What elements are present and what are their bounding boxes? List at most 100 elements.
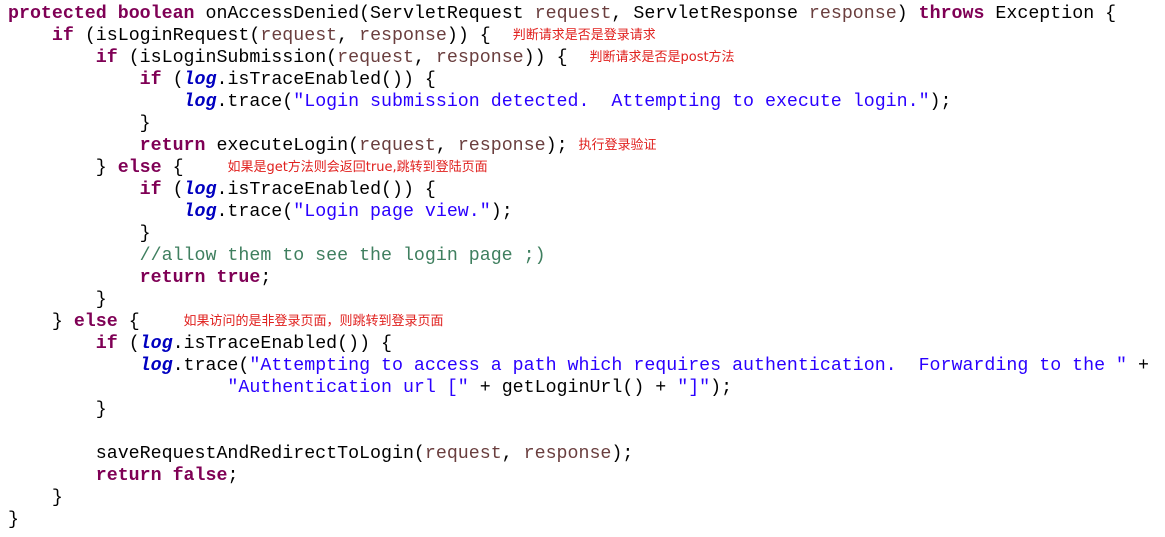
keyword-token: protected: [8, 4, 107, 24]
code-text: );: [545, 136, 579, 156]
code-line: }: [8, 113, 1149, 135]
code-text: ,: [435, 136, 458, 156]
code-text: .trace(: [216, 92, 294, 112]
code-text: );: [710, 378, 733, 398]
code-text: .trace(: [216, 202, 294, 222]
code-line: //allow them to see the login page ;): [8, 245, 1149, 267]
field-token: log: [183, 202, 217, 222]
string-literal: "]": [677, 378, 711, 398]
code-text: );: [929, 92, 952, 112]
code-text: ,: [413, 48, 436, 68]
code-line: }: [8, 399, 1149, 421]
keyword-token: false: [172, 466, 228, 486]
code-line: log.trace("Login submission detected. At…: [8, 91, 1149, 113]
parameter-token: request: [260, 26, 338, 46]
code-text: {: [117, 312, 184, 332]
annotation-note: 如果是get方法则会返回true,跳转到登陆页面: [227, 160, 488, 175]
code-line: }: [8, 487, 1149, 509]
keyword-token: throws: [918, 4, 985, 24]
code-line: if (log.isTraceEnabled()) {: [8, 333, 1149, 355]
code-comment: //allow them to see the login page ;): [139, 246, 546, 266]
code-line: return true;: [8, 267, 1149, 289]
code-text: }: [8, 510, 19, 530]
keyword-token: return: [139, 136, 206, 156]
code-line: if (isLoginSubmission(request, response)…: [8, 47, 1149, 69]
code-line: }: [8, 509, 1149, 531]
field-token: log: [183, 180, 217, 200]
code-text: Exception {: [984, 4, 1117, 24]
string-literal: "Attempting to access a path which requi…: [249, 356, 1128, 376]
code-line: if (log.isTraceEnabled()) {: [8, 69, 1149, 91]
keyword-token: boolean: [117, 4, 195, 24]
string-literal: "Login submission detected. Attempting t…: [293, 92, 930, 112]
keyword-token: return: [139, 268, 206, 288]
parameter-token: request: [534, 4, 612, 24]
code-text: +: [1127, 356, 1149, 376]
code-text: ): [896, 4, 919, 24]
code-text: (: [161, 180, 184, 200]
code-text: executeLogin(: [205, 136, 360, 156]
code-text: }: [8, 488, 63, 508]
keyword-token: return: [95, 466, 162, 486]
code-text: ;: [227, 466, 239, 486]
annotation-note: 执行登录验证: [578, 138, 657, 153]
keyword-token: if: [95, 334, 118, 354]
code-text: .isTraceEnabled()) {: [216, 70, 436, 90]
field-token: log: [183, 70, 217, 90]
code-line: if (isLoginRequest(request, response)) {…: [8, 25, 1149, 47]
code-text: )) {: [446, 26, 513, 46]
field-token: log: [183, 92, 217, 112]
field-token: log: [139, 334, 173, 354]
field-token: log: [139, 356, 173, 376]
code-line: saveRequestAndRedirectToLogin(request, r…: [8, 443, 1149, 465]
code-text: }: [8, 158, 118, 178]
code-text: }: [8, 312, 74, 332]
code-text: (isLoginSubmission(: [117, 48, 338, 68]
code-text: )) {: [523, 48, 590, 68]
string-literal: "Authentication url [": [227, 378, 469, 398]
code-text: );: [490, 202, 513, 222]
parameter-token: response: [808, 4, 897, 24]
code-line: log.trace("Login page view.");: [8, 201, 1149, 223]
code-text: + getLoginUrl() +: [468, 378, 678, 398]
code-text: ,: [501, 444, 524, 464]
code-text: }: [8, 400, 107, 420]
code-text: saveRequestAndRedirectToLogin(: [8, 444, 425, 464]
code-text: );: [611, 444, 634, 464]
parameter-token: request: [337, 48, 414, 68]
code-text: ;: [260, 268, 272, 288]
code-text: (: [161, 70, 184, 90]
code-text: , ServletResponse: [611, 4, 809, 24]
keyword-token: if: [51, 26, 74, 46]
string-literal: "Login page view.": [293, 202, 491, 222]
code-text: (: [117, 334, 140, 354]
code-line: }: [8, 289, 1149, 311]
code-text: .isTraceEnabled()) {: [172, 334, 393, 354]
code-line: log.trace("Attempting to access a path w…: [8, 355, 1149, 377]
code-text: onAccessDenied(ServletRequest: [194, 4, 535, 24]
parameter-token: request: [424, 444, 502, 464]
code-text: }: [8, 114, 151, 134]
code-line: "Authentication url [" + getLoginUrl() +…: [8, 377, 1149, 399]
code-editor: protected boolean onAccessDenied(Servlet…: [8, 3, 1149, 531]
annotation-note: 判断请求是否是post方法: [589, 50, 735, 65]
parameter-token: response: [435, 48, 524, 68]
code-text: ,: [337, 26, 360, 46]
annotation-note: 判断请求是否是登录请求: [512, 28, 656, 43]
keyword-token: if: [95, 48, 118, 68]
code-line: }: [8, 223, 1149, 245]
keyword-token: else: [117, 158, 162, 178]
parameter-token: response: [523, 444, 612, 464]
code-text: .trace(: [172, 356, 250, 376]
